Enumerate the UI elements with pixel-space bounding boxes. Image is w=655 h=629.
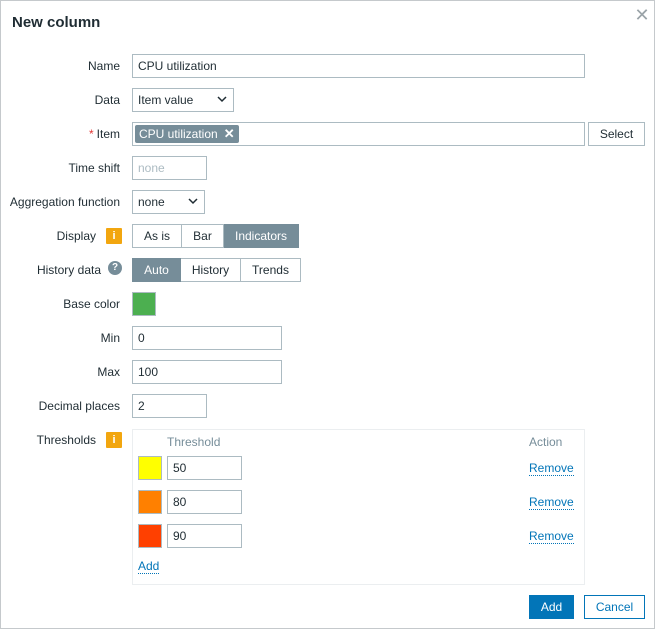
name-label: Name <box>87 59 120 73</box>
threshold-color-swatch[interactable] <box>138 490 162 514</box>
history-option-history[interactable]: History <box>181 258 241 282</box>
name-input[interactable]: CPU utilization <box>132 54 585 78</box>
decimal-places-input[interactable]: 2 <box>132 394 207 418</box>
chevron-down-icon <box>217 89 227 103</box>
display-option-as-is[interactable]: As is <box>132 224 182 248</box>
new-column-dialog: New column ✕ Name CPU utilization Data I… <box>0 0 655 629</box>
data-label: Data <box>94 93 120 107</box>
display-option-bar[interactable]: Bar <box>182 224 224 248</box>
thresholds-label: Thresholds <box>36 433 96 447</box>
data-select[interactable]: Item value <box>132 88 234 112</box>
item-label-text: Item <box>96 127 120 141</box>
threshold-color-swatch[interactable] <box>138 524 162 548</box>
threshold-column-header: Threshold <box>167 435 221 449</box>
remove-threshold-link[interactable]: Remove <box>529 496 574 510</box>
item-select-button[interactable]: Select <box>588 122 645 146</box>
max-input[interactable]: 100 <box>132 360 282 384</box>
display-label: Display <box>56 229 96 243</box>
history-segmented: Auto History Trends <box>132 258 301 282</box>
aggregation-select-value: none <box>138 195 165 209</box>
cancel-button[interactable]: Cancel <box>584 595 645 619</box>
max-label: Max <box>97 365 120 379</box>
action-column-header: Action <box>529 435 563 449</box>
min-input[interactable]: 0 <box>132 326 282 350</box>
close-icon[interactable]: ✕ <box>633 6 651 24</box>
add-button[interactable]: Add <box>529 595 574 619</box>
remove-tag-close-icon[interactable]: ✕ <box>224 126 235 141</box>
time-shift-input[interactable]: none <box>132 156 207 180</box>
chevron-down-icon <box>188 191 198 205</box>
threshold-input[interactable]: 50 <box>167 456 242 480</box>
threshold-color-swatch[interactable] <box>138 456 162 480</box>
base-color-swatch[interactable] <box>132 292 156 316</box>
history-label: History data <box>36 263 101 277</box>
help-icon[interactable]: ? <box>108 261 122 275</box>
history-option-auto[interactable]: Auto <box>132 258 181 282</box>
display-segmented: As is Bar Indicators <box>132 224 299 248</box>
history-option-trends[interactable]: Trends <box>241 258 301 282</box>
thresholds-table: Threshold Action 50 Remove 80 Remove 90 … <box>132 429 585 585</box>
dialog-title: New column <box>12 14 101 31</box>
info-icon[interactable]: i <box>106 228 122 244</box>
info-icon[interactable]: i <box>106 432 122 448</box>
threshold-input[interactable]: 90 <box>167 524 242 548</box>
decimal-places-label: Decimal places <box>38 399 120 413</box>
aggregation-select[interactable]: none <box>132 190 205 214</box>
remove-threshold-link[interactable]: Remove <box>529 462 574 476</box>
data-select-value: Item value <box>138 93 194 107</box>
remove-threshold-link[interactable]: Remove <box>529 530 574 544</box>
display-option-indicators[interactable]: Indicators <box>224 224 299 248</box>
add-threshold-link[interactable]: Add <box>138 560 160 574</box>
item-label: * Item <box>89 127 120 141</box>
time-shift-label: Time shift <box>68 161 120 175</box>
threshold-input[interactable]: 80 <box>167 490 242 514</box>
required-mark: * <box>88 127 94 141</box>
min-label: Min <box>100 331 120 345</box>
base-color-label: Base color <box>63 297 120 311</box>
aggregation-label: Aggregation function <box>9 195 120 209</box>
item-tag: CPU utilization ✕ <box>135 125 239 143</box>
item-tag-label: CPU utilization <box>139 127 218 141</box>
